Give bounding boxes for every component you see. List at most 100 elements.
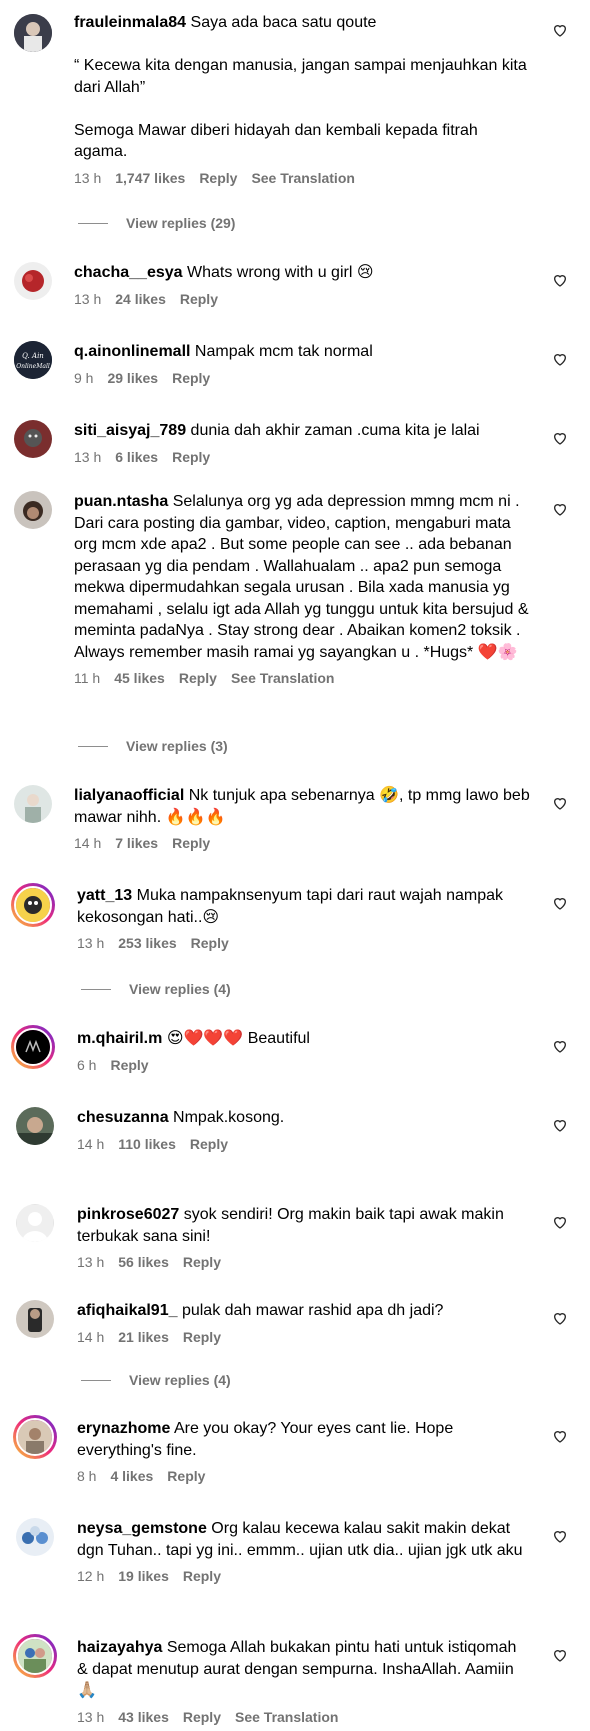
comment-meta: 13 h 6 likes Reply xyxy=(74,448,530,466)
comment-body: siti_aisyaj_789 dunia dah akhir zaman .c… xyxy=(74,420,530,466)
comment-text: Selalunya org yg ada depression mmng mcm… xyxy=(74,493,533,661)
view-replies-button[interactable]: View replies (4) xyxy=(81,1372,231,1388)
reply-button[interactable]: Reply xyxy=(179,669,217,687)
likes-count[interactable]: 45 likes xyxy=(114,669,165,687)
username[interactable]: yatt_13 xyxy=(77,887,132,904)
avatar[interactable]: Q. Ain OnlineMall xyxy=(14,341,52,379)
reply-button[interactable]: Reply xyxy=(172,448,210,466)
avatar[interactable] xyxy=(16,1204,54,1242)
comment-body: yatt_13 Muka nampaknsenyum tapi dari rau… xyxy=(77,885,530,952)
avatar[interactable] xyxy=(13,1415,57,1459)
username[interactable]: pinkrose6027 xyxy=(77,1206,179,1223)
heart-icon[interactable] xyxy=(552,1528,568,1544)
view-replies-button[interactable]: View replies (3) xyxy=(78,738,228,754)
heart-icon[interactable] xyxy=(552,1117,568,1133)
likes-count[interactable]: 253 likes xyxy=(118,934,176,952)
reply-button[interactable]: Reply xyxy=(183,1253,221,1271)
likes-count[interactable]: 6 likes xyxy=(115,448,158,466)
heart-icon[interactable] xyxy=(552,795,568,811)
reply-button[interactable]: Reply xyxy=(180,290,218,308)
timestamp: 6 h xyxy=(77,1056,97,1073)
likes-count[interactable]: 29 likes xyxy=(107,369,158,387)
username[interactable]: chesuzanna xyxy=(77,1109,169,1126)
avatar[interactable] xyxy=(11,1025,55,1069)
reply-button[interactable]: Reply xyxy=(199,169,237,187)
avatar[interactable] xyxy=(11,883,55,927)
heart-icon[interactable] xyxy=(552,895,568,911)
likes-count[interactable]: 7 likes xyxy=(115,834,158,852)
reply-button[interactable]: Reply xyxy=(183,1708,221,1726)
divider xyxy=(81,1379,111,1381)
avatar[interactable] xyxy=(16,1107,54,1145)
avatar[interactable] xyxy=(14,785,52,823)
likes-count[interactable]: 4 likes xyxy=(110,1467,153,1485)
likes-count[interactable]: 1,747 likes xyxy=(115,169,185,187)
reply-button[interactable]: Reply xyxy=(167,1467,205,1485)
heart-icon[interactable] xyxy=(552,351,568,367)
svg-text:OnlineMall: OnlineMall xyxy=(16,363,50,370)
reply-button[interactable]: Reply xyxy=(191,934,229,952)
comment-meta: 13 h 24 likes Reply xyxy=(74,290,530,308)
comment-meta: 9 h 29 likes Reply xyxy=(74,369,530,387)
heart-icon[interactable] xyxy=(552,1038,568,1054)
divider xyxy=(78,745,108,747)
heart-icon[interactable] xyxy=(552,1214,568,1230)
comment-body: chesuzanna Nmpak.kosong. 14 h 110 likes … xyxy=(77,1107,530,1153)
timestamp: 14 h xyxy=(77,1328,105,1345)
comment-text: dunia dah akhir zaman .cuma kita je lala… xyxy=(190,422,480,439)
view-replies-button[interactable]: View replies (29) xyxy=(78,215,235,231)
username[interactable]: erynazhome xyxy=(77,1420,170,1437)
heart-icon[interactable] xyxy=(552,22,568,38)
reply-button[interactable]: Reply xyxy=(172,834,210,852)
avatar[interactable] xyxy=(13,1634,57,1678)
reply-button[interactable]: Reply xyxy=(172,369,210,387)
heart-icon[interactable] xyxy=(552,1428,568,1444)
reply-button[interactable]: Reply xyxy=(110,1056,148,1074)
heart-icon[interactable] xyxy=(552,1647,568,1663)
likes-count[interactable]: 110 likes xyxy=(118,1135,176,1153)
username[interactable]: haizayahya xyxy=(77,1639,162,1656)
username[interactable]: chacha__esya xyxy=(74,264,183,281)
comment-text: Saya ada baca satu qoute “ Kecewa kita d… xyxy=(74,14,527,160)
avatar[interactable] xyxy=(14,14,52,52)
view-replies-button[interactable]: View replies (4) xyxy=(81,981,231,997)
see-translation-button[interactable]: See Translation xyxy=(231,669,334,687)
heart-icon[interactable] xyxy=(552,430,568,446)
comment-body: erynazhome Are you okay? Your eyes cant … xyxy=(77,1418,530,1485)
username[interactable]: frauleinmala84 xyxy=(74,14,186,31)
divider xyxy=(81,988,111,990)
likes-count[interactable]: 56 likes xyxy=(118,1253,169,1271)
comment-meta: 13 h 1,747 likes Reply See Translation xyxy=(74,169,530,187)
username[interactable]: afiqhaikal91_ xyxy=(77,1302,178,1319)
timestamp: 8 h xyxy=(77,1468,97,1484)
reply-button[interactable]: Reply xyxy=(183,1567,221,1585)
username[interactable]: q.ainonlinemall xyxy=(74,343,190,360)
reply-button[interactable]: Reply xyxy=(183,1328,221,1346)
username[interactable]: siti_aisyaj_789 xyxy=(74,422,186,439)
see-translation-button[interactable]: See Translation xyxy=(235,1708,338,1726)
heart-icon[interactable] xyxy=(552,272,568,288)
timestamp: 13 h xyxy=(77,1708,105,1725)
heart-icon[interactable] xyxy=(552,501,568,517)
avatar[interactable] xyxy=(16,1518,54,1556)
divider xyxy=(78,222,108,224)
avatar[interactable] xyxy=(14,262,52,300)
view-replies-label: View replies (29) xyxy=(126,215,236,231)
likes-count[interactable]: 43 likes xyxy=(118,1708,169,1726)
likes-count[interactable]: 19 likes xyxy=(118,1567,169,1585)
heart-icon[interactable] xyxy=(552,1310,568,1326)
avatar[interactable] xyxy=(14,420,52,458)
see-translation-button[interactable]: See Translation xyxy=(251,169,354,187)
username[interactable]: lialyanaofficial xyxy=(74,787,184,804)
username[interactable]: neysa_gemstone xyxy=(77,1520,207,1537)
username[interactable]: puan.ntasha xyxy=(74,493,168,510)
avatar[interactable] xyxy=(16,1300,54,1338)
reply-button[interactable]: Reply xyxy=(190,1135,228,1153)
avatar[interactable] xyxy=(14,491,52,529)
likes-count[interactable]: 24 likes xyxy=(115,290,166,308)
comment-body: puan.ntasha Selalunya org yg ada depress… xyxy=(74,491,530,687)
comment-body: afiqhaikal91_ pulak dah mawar rashid apa… xyxy=(77,1300,530,1346)
timestamp: 13 h xyxy=(74,448,102,465)
username[interactable]: m.qhairil.m xyxy=(77,1030,162,1047)
likes-count[interactable]: 21 likes xyxy=(118,1328,169,1346)
